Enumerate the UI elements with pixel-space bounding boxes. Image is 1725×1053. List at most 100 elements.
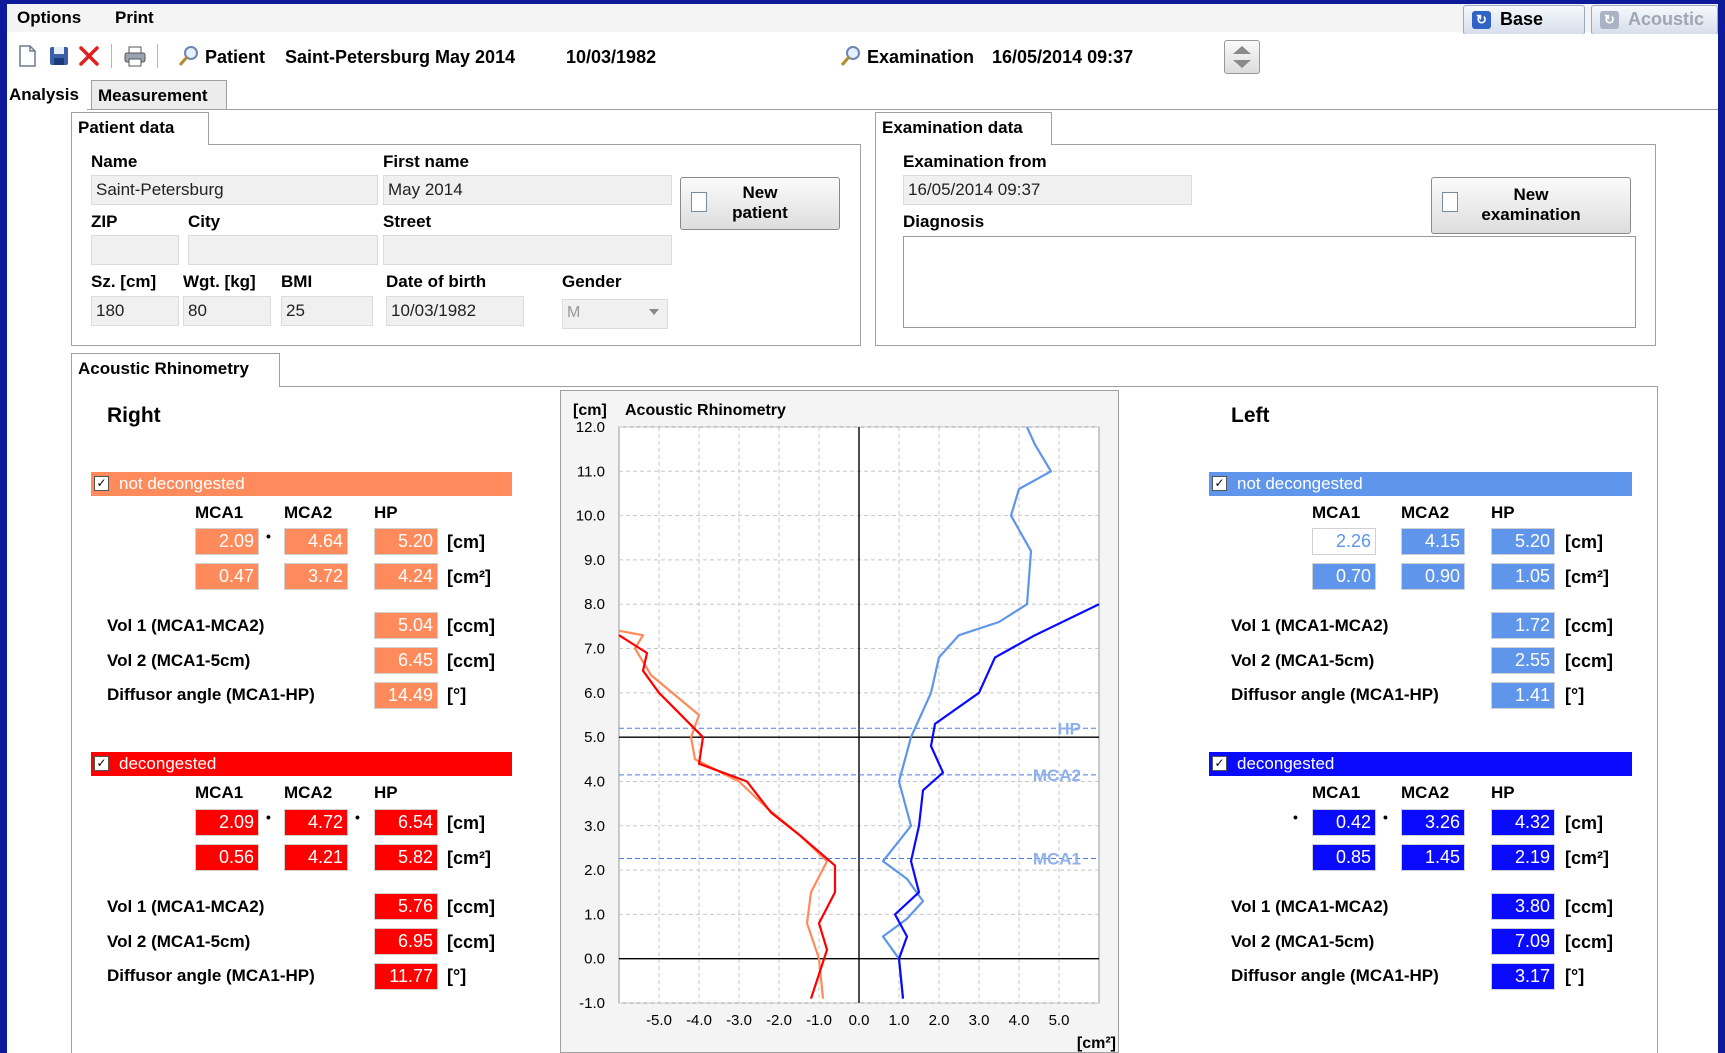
unit-degree: [°]	[1565, 685, 1585, 705]
right-nd-mca2-cm: 4.64	[284, 528, 348, 555]
search-examination-icon[interactable]	[839, 44, 863, 68]
vol1-label: Vol 1 (MCA1-MCA2)	[1231, 897, 1389, 916]
acoustic-button[interactable]: ↻ Acoustic	[1591, 5, 1718, 35]
unit-ccm: [ccm]	[447, 616, 496, 636]
tab-acoustic-rhinometry[interactable]: Acoustic Rhinometry	[71, 353, 280, 387]
bmi-field[interactable]: 25	[281, 296, 373, 326]
vol1-label: Vol 1 (MCA1-MCA2)	[1231, 616, 1389, 635]
refresh-icon: ↻	[1472, 11, 1491, 29]
right-nd-header[interactable]: ✓ not decongested	[91, 472, 512, 496]
marker-dot: •	[1383, 809, 1388, 825]
new-document-icon[interactable]	[15, 44, 39, 68]
x-tick-label: -4.0	[686, 1012, 712, 1029]
left-d-vol1: 3.80	[1491, 893, 1555, 920]
left-nd-mca1-cm2: 0.70	[1312, 563, 1376, 590]
toolbar: Patient Saint-Petersburg May 2014 10/03/…	[7, 34, 1718, 80]
unit-cm2: [cm²]	[447, 848, 491, 868]
tab-patient-data[interactable]: Patient data	[71, 112, 209, 145]
left-nd-header[interactable]: ✓ not decongested	[1209, 472, 1632, 496]
right-d-vol2: 6.95	[374, 928, 438, 955]
menu-print[interactable]: Print	[115, 8, 154, 28]
unit-cm: [cm]	[1565, 532, 1604, 552]
checkbox-checked-icon[interactable]: ✓	[94, 476, 109, 491]
right-nd-mca2-cm2: 3.72	[284, 563, 348, 590]
right-d-header-label: decongested	[119, 754, 217, 773]
tab-measurement[interactable]: Measurement	[91, 80, 227, 110]
col-hp-label: HP	[374, 783, 398, 802]
left-d-hp-cm2: 2.19	[1491, 844, 1555, 871]
col-mca2-label: MCA2	[1401, 783, 1450, 802]
x-tick-label: -2.0	[766, 1012, 792, 1029]
dob-field[interactable]: 10/03/1982	[386, 296, 524, 326]
first-name-label: First name	[383, 152, 469, 171]
menu-options[interactable]: Options	[17, 8, 81, 28]
left-d-vol2: 7.09	[1491, 928, 1555, 955]
search-patient-icon[interactable]	[177, 44, 201, 68]
tab-divider	[7, 109, 1718, 110]
tab-analysis[interactable]: Analysis	[7, 80, 87, 110]
weight-field[interactable]: 80	[183, 296, 271, 326]
new-examination-button[interactable]: New examination	[1431, 177, 1631, 234]
city-label: City	[188, 212, 221, 231]
dob-label: Date of birth	[386, 272, 487, 291]
diagnosis-field[interactable]	[903, 236, 1636, 328]
examination-spinner[interactable]	[1224, 40, 1260, 74]
x-tick-label: -1.0	[806, 1012, 832, 1029]
unit-degree: [°]	[447, 966, 467, 986]
chart-ylabel: [cm]	[573, 402, 607, 419]
city-field[interactable]	[188, 235, 378, 265]
y-tick-label: 1.0	[584, 906, 605, 923]
right-d-header[interactable]: ✓ decongested	[91, 752, 512, 776]
right-d-hp-cm: 6.54	[374, 809, 438, 836]
y-tick-label: 7.0	[584, 641, 605, 658]
vol2-label: Vol 2 (MCA1-5cm)	[1231, 651, 1375, 670]
right-d-mca2-cm2: 4.21	[284, 844, 348, 871]
right-nd-hp-cm2: 4.24	[374, 563, 438, 590]
y-tick-label: 3.0	[584, 818, 605, 835]
new-patient-button[interactable]: New patient	[680, 177, 840, 230]
base-button[interactable]: ↻ Base	[1463, 5, 1585, 35]
left-d-hp-cm: 4.32	[1491, 809, 1555, 836]
unit-ccm: [ccm]	[447, 932, 496, 952]
chart-xlabel: [cm²]	[1077, 1035, 1116, 1052]
checkbox-checked-icon[interactable]: ✓	[1212, 476, 1227, 491]
street-field[interactable]	[383, 235, 672, 265]
marker-dot: •	[1293, 809, 1298, 825]
checkbox-checked-icon[interactable]: ✓	[94, 756, 109, 771]
unit-ccm: [ccm]	[1565, 651, 1614, 671]
gender-select[interactable]: M	[562, 299, 668, 329]
y-tick-label: 10.0	[576, 508, 605, 525]
size-field[interactable]: 180	[91, 296, 179, 326]
left-nd-vol1: 1.72	[1491, 612, 1555, 639]
left-d-mca1-cm: 0.42	[1312, 809, 1376, 836]
right-nd-header-label: not decongested	[119, 474, 245, 493]
diff-label: Diffusor angle (MCA1-HP)	[1231, 685, 1439, 704]
refresh-icon: ↻	[1600, 11, 1619, 29]
unit-cm: [cm]	[447, 532, 486, 552]
print-icon[interactable]	[123, 44, 147, 68]
left-d-header[interactable]: ✓ decongested	[1209, 752, 1632, 776]
name-label: Name	[91, 152, 138, 171]
left-title: Left	[1231, 404, 1270, 427]
base-label: Base	[1500, 9, 1544, 29]
y-tick-label: 11.0	[577, 463, 605, 480]
right-nd-hp-cm: 5.20	[374, 528, 438, 555]
zip-field[interactable]	[91, 235, 179, 265]
unit-degree: [°]	[1565, 966, 1585, 986]
first-name-field[interactable]: May 2014	[383, 175, 672, 205]
checkbox-checked-icon[interactable]: ✓	[1212, 756, 1227, 771]
reference-label: HP	[1057, 719, 1081, 738]
reference-label: MCA1	[1033, 850, 1081, 869]
col-hp-label: HP	[1491, 783, 1515, 802]
diagnosis-label: Diagnosis	[903, 212, 985, 231]
left-nd-hp-cm2: 1.05	[1491, 563, 1555, 590]
exam-from-field[interactable]: 16/05/2014 09:37	[903, 175, 1192, 205]
right-nd-diff: 14.49	[374, 682, 438, 709]
name-field[interactable]: Saint-Petersburg	[91, 175, 378, 205]
delete-icon[interactable]	[77, 44, 101, 68]
y-tick-label: 0.0	[584, 951, 605, 968]
save-icon[interactable]	[47, 44, 71, 68]
tab-examination-data[interactable]: Examination data	[875, 112, 1052, 145]
unit-ccm: [ccm]	[447, 897, 496, 917]
y-tick-label: 9.0	[584, 552, 605, 569]
